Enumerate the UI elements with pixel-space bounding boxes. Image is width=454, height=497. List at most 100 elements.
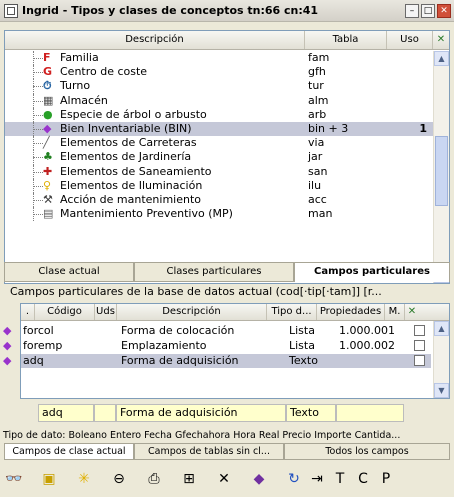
- column-header-propiedades[interactable]: Propiedades: [317, 304, 385, 320]
- row-tabla: gfh: [308, 65, 326, 79]
- row-descripcion: Almacén: [60, 93, 108, 107]
- tree-branch: [33, 214, 43, 216]
- tab-clases-particulares[interactable]: Clases particulares: [134, 262, 294, 282]
- letter-f-icon: F: [43, 51, 51, 64]
- column-header-tipo[interactable]: Tipo d...: [267, 304, 317, 320]
- minimize-button[interactable]: –: [405, 3, 419, 18]
- scroll-down-icon[interactable]: ▼: [434, 383, 449, 398]
- field-row[interactable]: ◆ forcol Forma de colocación Lista 1.000…: [3, 324, 431, 338]
- grid-rows: F Familia fam G Centro de coste gfh ⏱ Turno tur ▦…: [5, 51, 433, 283]
- book-icon[interactable]: ◆: [249, 469, 269, 489]
- grid-row[interactable]: ╱ Elementos de Carreteras via: [5, 136, 433, 151]
- column-header-descripcion[interactable]: Descripción: [5, 31, 305, 49]
- column-header-tabla[interactable]: Tabla: [305, 31, 387, 49]
- fields-grid[interactable]: . Código Uds Descripción Tipo d... Propi…: [3, 303, 450, 399]
- grid-row[interactable]: ▦ Almacén alm: [5, 93, 433, 108]
- column-header-uso[interactable]: Uso: [387, 31, 433, 49]
- edit-descripcion[interactable]: Forma de adquisición: [116, 404, 286, 422]
- row-descripcion: Familia: [60, 51, 99, 64]
- scroll-up-icon[interactable]: ▲: [434, 51, 449, 66]
- grid-scrollbar[interactable]: ▲ ▼: [433, 51, 449, 283]
- row-descripcion: Bien Inventariable (BIN): [60, 121, 192, 135]
- field-desc: Emplazamiento: [121, 339, 207, 352]
- tree-branch: [33, 100, 43, 102]
- column-header-descripcion[interactable]: Descripción: [117, 304, 267, 320]
- maximize-button[interactable]: □: [421, 3, 435, 18]
- field-scope-tabs: Campos de clase actual Campos de tablas …: [4, 443, 450, 460]
- edit-tipo[interactable]: Texto: [286, 404, 336, 422]
- tree-icon: ♣: [43, 150, 53, 164]
- gem-icon: ◆: [3, 324, 12, 337]
- gem-icon: ◆: [3, 339, 12, 352]
- column-header-dot[interactable]: .: [21, 304, 35, 320]
- field-row[interactable]: ◆ foremp Emplazamiento Lista 1.000.002: [3, 339, 431, 353]
- toolbar: 👓 ▣ ✳ ⊖ ⎙ ⊞ ✕ ◆ ↻ ⇥ T C P: [4, 466, 450, 492]
- grid-row[interactable]: ▤ Mantenimiento Preventivo (MP) man: [5, 207, 433, 222]
- scroll-thumb[interactable]: [435, 136, 448, 206]
- tab-campos-tablas-sin-clase[interactable]: Campos de tablas sin cl...: [134, 443, 284, 460]
- column-header-uds[interactable]: Uds: [95, 304, 117, 320]
- network-icon[interactable]: ⊞: [179, 469, 199, 489]
- binoculars-icon[interactable]: 👓: [4, 469, 24, 489]
- warehouse-icon: ▦: [43, 93, 54, 107]
- row-descripcion: Turno: [60, 79, 91, 93]
- field-m-checkbox[interactable]: [414, 340, 425, 351]
- grid-row[interactable]: F Familia fam: [5, 51, 433, 66]
- grid-row[interactable]: ⏱ Turno tur: [5, 79, 433, 94]
- field-tipo: Texto: [289, 354, 318, 367]
- field-row-selected[interactable]: ◆ adq Forma de adquisición Texto: [3, 354, 431, 368]
- grid-row[interactable]: ✚ Elementos de Saneamiento san: [5, 164, 433, 179]
- grid-row-selected[interactable]: ◆ Bien Inventariable (BIN) bin + 3 1: [5, 121, 433, 137]
- close-button[interactable]: ✕: [437, 3, 451, 18]
- column-header-codigo[interactable]: Código: [35, 304, 95, 320]
- grid-row[interactable]: ⚒ Acción de mantenimiento acc: [5, 192, 433, 208]
- column-chooser-icon[interactable]: ✕: [433, 31, 449, 49]
- column-chooser-icon[interactable]: ✕: [405, 304, 419, 320]
- tab-clase-actual[interactable]: Clase actual: [4, 262, 134, 282]
- field-tipo: Lista: [289, 324, 315, 337]
- folder-icon[interactable]: ▣: [39, 469, 59, 489]
- column-header-m[interactable]: M.: [385, 304, 405, 320]
- print-icon[interactable]: ⎙: [144, 469, 164, 489]
- grid-header: Descripción Tabla Uso ✕: [5, 31, 449, 50]
- scroll-up-icon[interactable]: ▲: [434, 321, 449, 336]
- row-tabla: acc: [308, 192, 327, 206]
- field-m-checkbox[interactable]: [414, 355, 425, 366]
- leaf-icon: ●: [43, 107, 53, 121]
- panel-t-icon[interactable]: T: [330, 469, 350, 489]
- row-descripcion: Acción de mantenimiento: [60, 192, 202, 206]
- star-icon[interactable]: ✳: [74, 469, 94, 489]
- row-tabla: jar: [308, 150, 323, 164]
- panel-c-icon[interactable]: C: [353, 469, 373, 489]
- window-icon: [4, 3, 18, 18]
- data-type-legend: Tipo de dato: Boleano Entero Fecha Gfech…: [3, 430, 401, 441]
- panel-p-icon[interactable]: P: [376, 469, 396, 489]
- field-desc: Forma de adquisición: [121, 354, 239, 367]
- fields-scrollbar[interactable]: ▲ ▼: [433, 321, 449, 398]
- row-tabla: ilu: [308, 178, 322, 192]
- edit-uds[interactable]: [94, 404, 116, 422]
- import-icon[interactable]: ⇥: [307, 469, 327, 489]
- delete-icon[interactable]: ✕: [214, 469, 234, 489]
- window-title: Ingrid - Tipos y clases de conceptos tn:…: [22, 4, 319, 17]
- pipe-icon: ✚: [43, 164, 53, 178]
- grid-row[interactable]: ♀ Elementos de Iluminación ilu: [5, 178, 433, 193]
- tab-campos-particulares[interactable]: Campos particulares: [294, 262, 450, 282]
- row-tabla: arb: [308, 107, 327, 121]
- grid-row[interactable]: ♣ Elementos de Jardinería jar: [5, 150, 433, 165]
- refresh-icon[interactable]: ↻: [284, 469, 304, 489]
- edit-propiedades[interactable]: [336, 404, 404, 422]
- edit-codigo[interactable]: adq: [38, 404, 94, 422]
- row-descripcion: Elementos de Iluminación: [60, 178, 203, 192]
- row-descripcion: Centro de coste: [60, 65, 148, 79]
- bulb-icon: ♀: [43, 178, 52, 192]
- grid-row[interactable]: ● Especie de árbol o arbusto arb: [5, 107, 433, 122]
- grid-row[interactable]: G Centro de coste gfh: [5, 65, 433, 80]
- detail-tabs: Clase actual Clases particulares Campos …: [4, 262, 450, 282]
- link-icon[interactable]: ⊖: [109, 469, 129, 489]
- concept-types-grid[interactable]: Descripción Tabla Uso ✕ F Familia fam G Cent…: [4, 30, 450, 284]
- tab-todos-los-campos[interactable]: Todos los campos: [284, 443, 450, 460]
- tab-campos-clase-actual[interactable]: Campos de clase actual: [4, 443, 134, 460]
- row-tabla: man: [308, 207, 333, 221]
- field-m-checkbox[interactable]: [414, 325, 425, 336]
